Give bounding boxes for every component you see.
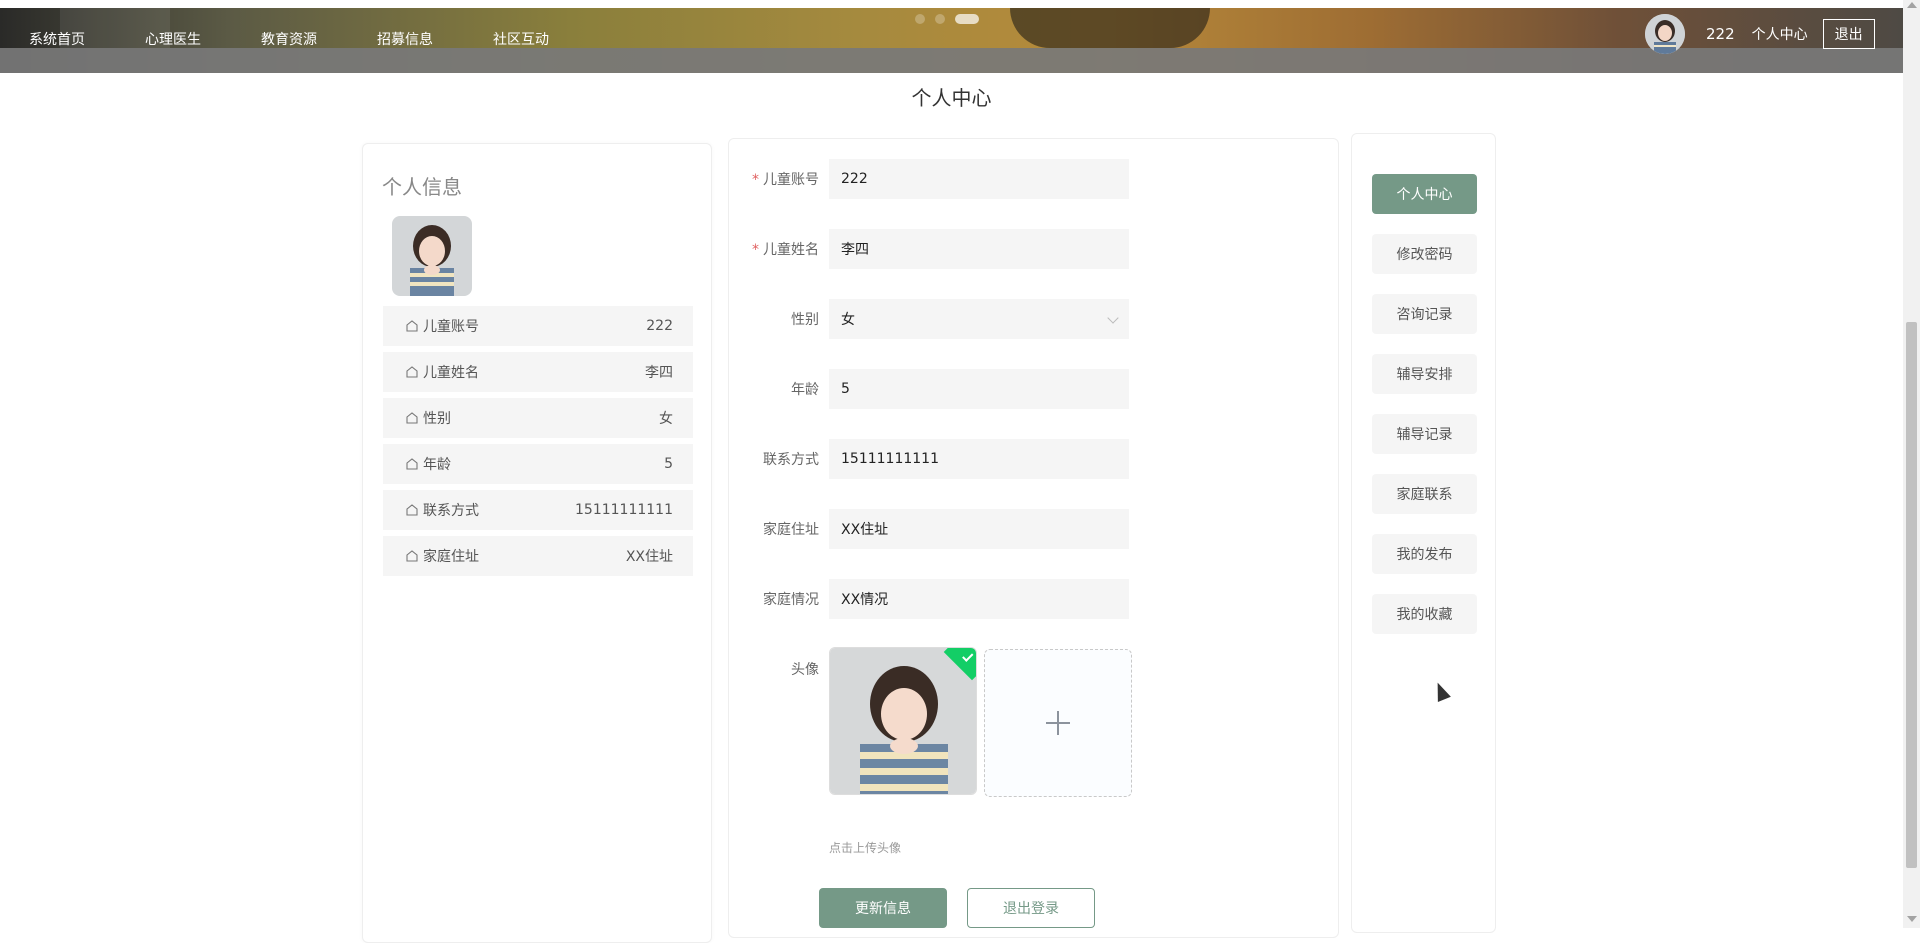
menu-change-password[interactable]: 修改密码 — [1372, 234, 1477, 274]
profile-title: 个人信息 — [382, 175, 462, 199]
home-icon — [406, 366, 418, 378]
nav-community[interactable]: 社区互动 — [493, 29, 580, 49]
check-icon — [962, 650, 974, 662]
info-value: XX住址 — [625, 549, 673, 565]
home-icon — [406, 550, 418, 562]
info-row-address: 家庭住址 XX住址 — [383, 536, 693, 576]
field-label-avatar: 头像 — [791, 662, 819, 678]
field-label-account: * 儿童账号 — [752, 172, 819, 188]
user-center-link[interactable]: 个人中心 — [1752, 24, 1808, 44]
nav-recruitment[interactable]: 招募信息 — [377, 29, 464, 49]
menu-my-favorites[interactable]: 我的收藏 — [1372, 594, 1477, 634]
nav-education[interactable]: 教育资源 — [261, 29, 348, 49]
info-row-gender: 性别 女 — [383, 398, 693, 438]
menu-consult-records[interactable]: 咨询记录 — [1372, 294, 1477, 334]
uploaded-avatar-image — [830, 648, 976, 794]
edit-form: * 儿童账号 222 * 儿童姓名 李四 性别 女 年龄 5 联系方式 151111… — [728, 138, 1339, 938]
info-label: 儿童姓名 — [423, 365, 479, 381]
required-mark: * — [752, 172, 759, 188]
info-label: 家庭住址 — [423, 549, 479, 565]
home-icon — [406, 504, 418, 516]
gender-select-value: 女 — [841, 312, 855, 328]
info-value: 222 — [646, 318, 673, 334]
profile-panel: 个人信息 儿童账号 222 儿童姓名 李四 性别 女 年龄 5 联系方式 151… — [362, 143, 712, 943]
phone-input[interactable]: 15111111111 — [829, 439, 1129, 479]
uploaded-avatar[interactable] — [829, 647, 977, 795]
user-area: 222 个人中心 退出 — [1645, 14, 1875, 54]
menu-family-contact[interactable]: 家庭联系 — [1372, 474, 1477, 514]
update-info-button[interactable]: 更新信息 — [819, 888, 947, 928]
gender-select[interactable]: 女 — [829, 299, 1129, 339]
avatar[interactable] — [1645, 14, 1685, 54]
required-mark: * — [752, 242, 759, 258]
nav-home[interactable]: 系统首页 — [29, 29, 116, 49]
top-strip — [0, 0, 1920, 8]
home-icon — [406, 320, 418, 332]
field-label-gender: 性别 — [791, 312, 819, 328]
scroll-down-arrow-icon[interactable] — [1907, 916, 1917, 922]
field-label-address: 家庭住址 — [763, 522, 819, 538]
address-input[interactable]: XX住址 — [829, 509, 1129, 549]
carousel-dot[interactable] — [935, 14, 945, 24]
field-label-phone: 联系方式 — [763, 452, 819, 468]
field-label-family: 家庭情况 — [763, 592, 819, 608]
info-label: 联系方式 — [423, 503, 479, 519]
info-label: 年龄 — [423, 457, 451, 473]
home-icon — [406, 412, 418, 424]
plus-icon — [1046, 711, 1070, 735]
info-value: 5 — [664, 456, 673, 472]
side-menu: 个人中心 修改密码 咨询记录 辅导安排 辅导记录 家庭联系 我的发布 我的收藏 — [1351, 133, 1496, 933]
nav-psychologist[interactable]: 心理医生 — [145, 29, 232, 49]
profile-avatar-image — [392, 216, 472, 296]
info-value: 李四 — [645, 365, 673, 381]
info-label: 性别 — [423, 411, 451, 427]
name-input[interactable]: 李四 — [829, 229, 1129, 269]
carousel-dot[interactable] — [915, 14, 925, 24]
user-name: 222 — [1706, 25, 1735, 43]
info-label: 儿童账号 — [423, 319, 479, 335]
field-label-name: * 儿童姓名 — [752, 242, 819, 258]
info-row-account: 儿童账号 222 — [383, 306, 693, 346]
info-row-phone: 联系方式 15111111111 — [383, 490, 693, 530]
info-row-name: 儿童姓名 李四 — [383, 352, 693, 392]
carousel-dot-active[interactable] — [955, 14, 979, 24]
page-title: 个人中心 — [911, 86, 992, 110]
menu-my-posts[interactable]: 我的发布 — [1372, 534, 1477, 574]
menu-tutoring-schedule[interactable]: 辅导安排 — [1372, 354, 1477, 394]
info-value: 15111111111 — [575, 502, 673, 518]
profile-avatar — [392, 216, 472, 296]
family-input[interactable]: XX情况 — [829, 579, 1129, 619]
info-row-age: 年龄 5 — [383, 444, 693, 484]
menu-personal-center[interactable]: 个人中心 — [1372, 174, 1477, 214]
scrollbar-thumb[interactable] — [1906, 322, 1917, 868]
info-value: 女 — [659, 411, 673, 427]
home-icon — [406, 458, 418, 470]
avatar-upload-button[interactable] — [984, 649, 1132, 797]
carousel-dots — [915, 14, 989, 24]
age-input[interactable]: 5 — [829, 369, 1129, 409]
chevron-down-icon — [1107, 312, 1119, 324]
header-logout-button[interactable]: 退出 — [1822, 19, 1875, 49]
account-input[interactable]: 222 — [829, 159, 1129, 199]
scroll-up-arrow-icon[interactable] — [1907, 2, 1917, 8]
menu-tutoring-records[interactable]: 辅导记录 — [1372, 414, 1477, 454]
avatar-image — [1645, 14, 1685, 54]
logout-button[interactable]: 退出登录 — [967, 888, 1095, 928]
banner-art-figure — [1010, 8, 1210, 48]
upload-tip: 点击上传头像 — [829, 841, 902, 855]
field-label-age: 年龄 — [791, 382, 819, 398]
main-nav: 系统首页 心理医生 教育资源 招募信息 社区互动 — [0, 24, 580, 54]
